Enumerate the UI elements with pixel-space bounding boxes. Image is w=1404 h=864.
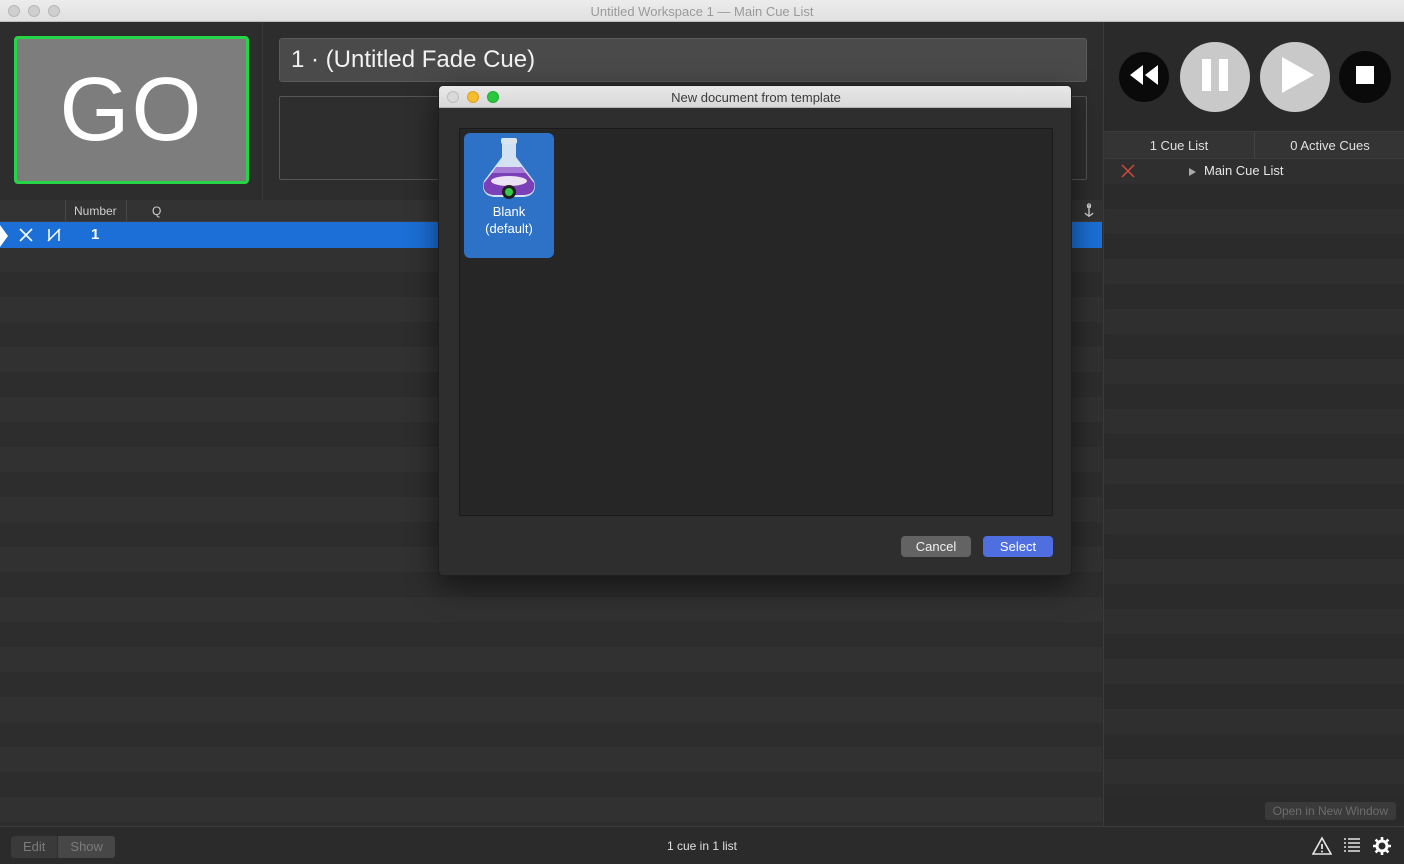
go-button[interactable]: GO [14,36,249,184]
list-item[interactable]: Main Cue List [1104,159,1404,183]
stop-icon [1355,65,1375,90]
fade-cue-icon [46,227,62,248]
status-bar: Edit Show 1 cue in 1 list [0,826,1404,864]
tab-cue-lists[interactable]: 1 Cue List [1104,132,1254,158]
play-icon [1281,56,1315,99]
pause-button[interactable] [1180,42,1250,112]
template-dialog: New document from template Blank (defaul… [438,85,1072,576]
disclosure-triangle-icon[interactable] [1188,165,1197,180]
tab-active-cues[interactable]: 0 Active Cues [1254,132,1404,158]
template-blank[interactable]: Blank (default) [464,133,554,258]
disarmed-x-icon [1120,163,1136,182]
cue-list-name: Main Cue List [1204,163,1284,178]
rewind-icon [1129,64,1159,91]
dialog-title: New document from template [671,90,841,105]
playhead-icon [0,225,10,252]
column-separator [65,200,66,222]
column-header-number[interactable]: Number [74,204,117,218]
status-icons [1311,836,1392,861]
column-header-q[interactable]: Q [152,204,161,218]
title-bar: Untitled Workspace 1 — Main Cue List [0,0,1404,22]
play-button[interactable] [1260,42,1330,112]
cue-summary: 1 cue in 1 list [666,839,738,853]
right-tabs: 1 Cue List 0 Active Cues [1104,131,1404,159]
dialog-title-bar: New document from template [439,86,1071,108]
gear-icon[interactable] [1372,836,1392,861]
cue-number[interactable]: 1 [91,226,99,243]
stop-button[interactable] [1339,51,1391,103]
warning-icon[interactable] [1311,836,1333,861]
window-title: Untitled Workspace 1 — Main Cue List [590,4,814,19]
right-panel: 1 Cue List 0 Active Cues Main Cue List O… [1103,22,1404,826]
template-subtitle: (default) [485,221,533,236]
select-button[interactable]: Select [983,536,1053,557]
open-in-new-window-button[interactable]: Open in New Window [1264,802,1396,820]
cue-name-field[interactable]: 1 · (Untitled Fade Cue) [279,38,1087,82]
main-window: Untitled Workspace 1 — Main Cue List GO … [0,0,1404,864]
qlab-flask-icon [476,137,542,206]
pause-icon [1200,58,1230,97]
cancel-button[interactable]: Cancel [901,536,971,557]
column-separator [126,200,127,222]
top-divider [262,22,263,200]
template-list[interactable]: Blank (default) [459,128,1053,516]
list-icon[interactable] [1342,836,1362,861]
anchor-icon[interactable] [1082,203,1096,222]
broken-cue-x-icon [18,227,34,248]
template-name: Blank [492,204,526,219]
cue-lists-body[interactable] [1104,159,1404,796]
rewind-button[interactable] [1119,52,1169,102]
template-label: Blank (default) [464,203,554,237]
